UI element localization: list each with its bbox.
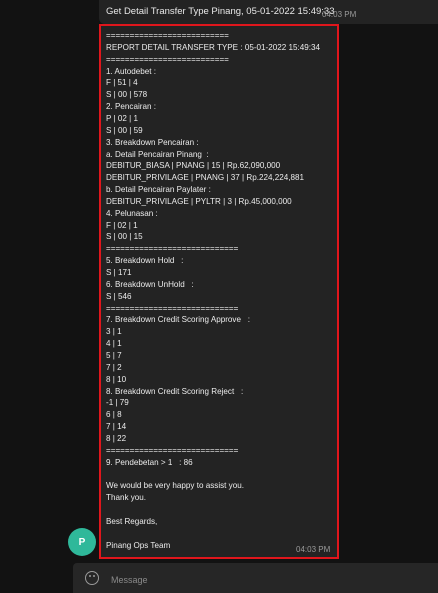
report-line: ============================: [106, 303, 239, 313]
report-line: 3 | 1: [106, 327, 122, 337]
report-line: 4. Pelunasan :: [106, 208, 158, 218]
emoji-icon[interactable]: [85, 571, 99, 585]
report-line: DEBITUR_BIASA | PNANG | 15 | Rp.62,090,0…: [106, 161, 281, 171]
report-message-time: 04:03 PM: [296, 545, 331, 554]
report-line: -1 | 79: [106, 398, 129, 408]
report-line: P | 02 | 1: [106, 113, 138, 123]
report-line: 2. Pencairan :: [106, 102, 156, 112]
report-line: 7 | 2: [106, 362, 122, 372]
report-line: DEBITUR_PRIVILAGE | PYLTR | 3 | Rp.45,00…: [106, 196, 292, 206]
report-line: 7 | 14: [106, 422, 127, 432]
report-line: 3. Breakdown Pencairan :: [106, 137, 199, 147]
report-line: 6 | 8: [106, 410, 122, 420]
report-line: 4 | 1: [106, 339, 122, 349]
report-line: 8. Breakdown Credit Scoring Reject :: [106, 386, 244, 396]
report-line: We would be very happy to assist you.: [106, 481, 244, 491]
report-line: S | 171: [106, 268, 132, 277]
report-line: S | 00 | 578: [106, 90, 148, 100]
report-line: Best Regards,: [106, 516, 158, 526]
report-line: ==========================: [106, 31, 229, 40]
report-line: 5 | 7: [106, 350, 122, 360]
report-line: 1. Autodebet :: [106, 66, 156, 76]
report-line: ============================: [106, 244, 239, 254]
report-line: F | 51 | 4: [106, 78, 138, 88]
report-line: S | 00 | 59: [106, 125, 143, 135]
previous-message-time: 04:03 PM: [322, 10, 357, 19]
message-input[interactable]: Message: [111, 575, 148, 585]
report-line: F | 02 | 1: [106, 220, 138, 230]
report-line: b. Detail Pencairan Paylater :: [106, 185, 211, 195]
report-line: S | 00 | 15: [106, 232, 143, 242]
report-line: S | 546: [106, 291, 132, 301]
report-line: 5. Breakdown Hold :: [106, 256, 184, 266]
previous-message-text: Get Detail Transfer Type Pinang, 05-01-2…: [106, 6, 335, 17]
report-line: 8 | 22: [106, 433, 127, 443]
report-line: 6. Breakdown UnHold :: [106, 279, 194, 289]
report-line: REPORT DETAIL TRANSFER TYPE : 05-01-2022…: [106, 42, 320, 52]
sender-avatar[interactable]: P: [68, 528, 96, 556]
report-line: 9. Pendebetan > 1 : 86: [106, 457, 193, 467]
report-line: DEBITUR_PRIVILAGE | PNANG | 37 | Rp.224,…: [106, 173, 304, 183]
report-line: ==========================: [106, 54, 229, 64]
report-line: a. Detail Pencairan Pinang :: [106, 149, 209, 159]
report-line: Pinang Ops Team: [106, 540, 171, 550]
report-line: 7. Breakdown Credit Scoring Approve :: [106, 315, 250, 325]
report-line: ============================: [106, 445, 239, 455]
report-line: Thank you.: [106, 493, 147, 503]
report-line: 8 | 10: [106, 374, 127, 384]
